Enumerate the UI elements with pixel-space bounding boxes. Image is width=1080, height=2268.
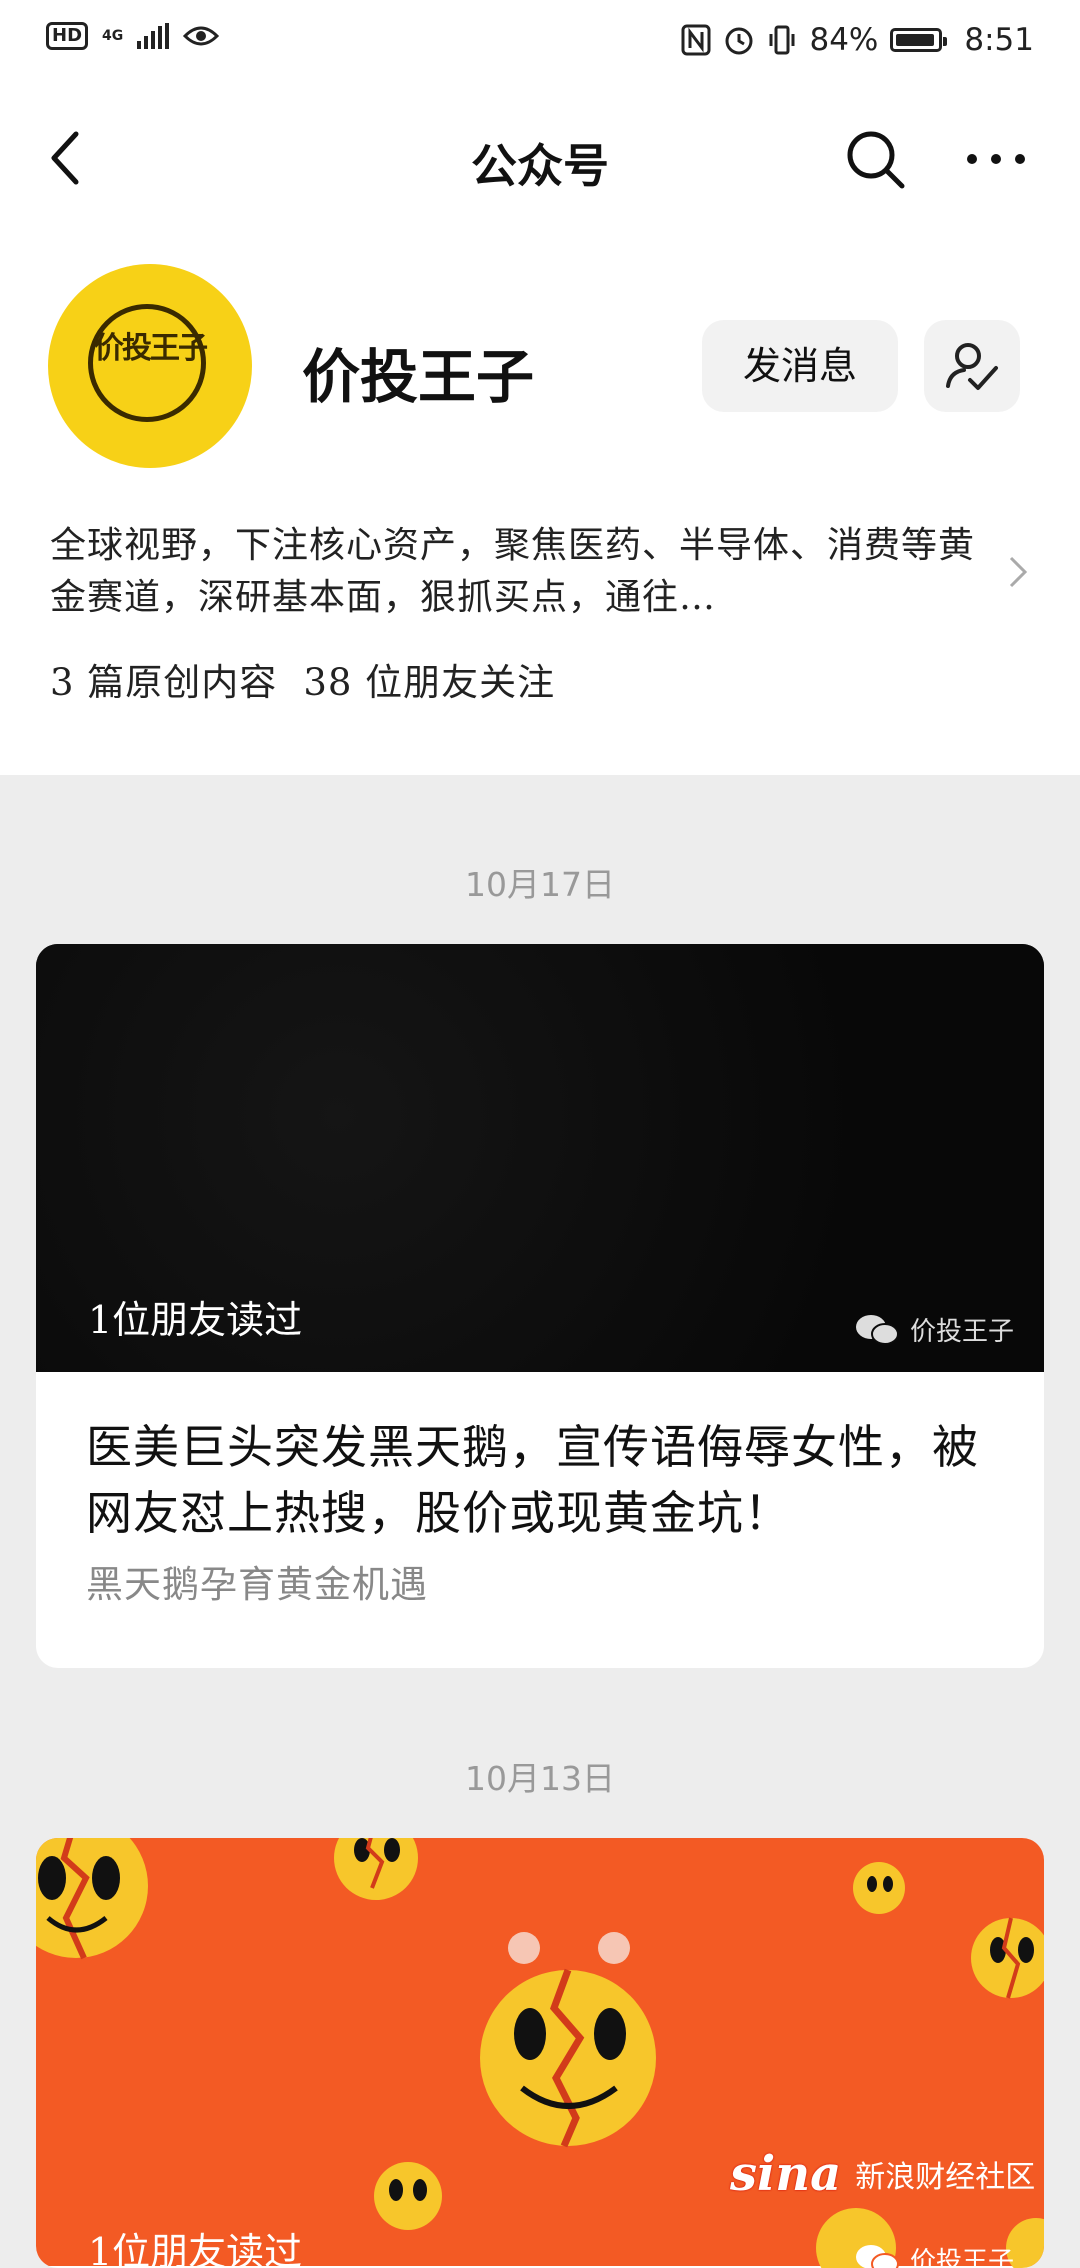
vibrate-icon — [767, 24, 797, 56]
article-card[interactable]: 1位朋友读过 价投王子 医美巨头突发黑天鹅，宣传语侮辱女性，被网友怼上热搜，股价… — [36, 944, 1044, 1668]
user-check-icon — [924, 320, 1020, 412]
date-divider: 10月13日 — [0, 1752, 1080, 1800]
status-bar: HD 4G 84% 8:51 — [0, 0, 1080, 84]
search-icon[interactable] — [842, 126, 908, 192]
emoji-face-icon — [36, 1838, 148, 1958]
nfc-icon — [681, 24, 711, 56]
original-count[interactable]: 3 篇原创内容 — [50, 661, 277, 704]
emoji-illustration — [36, 1838, 1044, 2268]
date-divider: 10月17日 — [0, 858, 1080, 906]
battery-icon — [890, 28, 942, 52]
article-card[interactable]: 1位朋友读过 价投王子 — [36, 1838, 1044, 2268]
avatar-logo-text: 价投王子 — [48, 334, 252, 364]
friends-read-label: 1位朋友读过 — [88, 2221, 302, 2268]
cover-watermark: 价投王子 — [854, 2241, 1014, 2268]
wechat-icon — [854, 1313, 900, 1347]
clock: 8:51 — [964, 22, 1034, 58]
battery-percent: 84% — [809, 22, 878, 58]
signal-icon — [137, 23, 169, 49]
network-type: 4G — [102, 29, 123, 43]
account-name: 价投王子 — [302, 330, 534, 414]
hd-badge: HD — [46, 22, 88, 50]
article-cover-image[interactable]: 1位朋友读过 价投王子 — [36, 944, 1044, 1372]
sina-community-text: 新浪财经社区 — [855, 2152, 1035, 2196]
friends-read-label: 1位朋友读过 — [88, 1289, 302, 1344]
account-description[interactable]: 全球视野，下注核心资产，聚焦医药、半导体、消费等黄金赛道，深研基本面，狠抓买点，… — [50, 520, 990, 624]
followers-count[interactable]: 38 位朋友关注 — [303, 661, 555, 704]
page-title: 公众号 — [0, 130, 1080, 196]
wechat-icon — [854, 2243, 900, 2268]
watermark-text: 价投王子 — [910, 2241, 1014, 2268]
sina-watermark: sina 新浪财经社区 — [730, 2146, 1035, 2202]
nav-bar: 公众号 — [0, 100, 1080, 210]
eye-icon — [183, 23, 219, 49]
sina-logo: sina — [730, 2146, 841, 2202]
account-stats: 3 篇原创内容 38 位朋友关注 — [50, 652, 555, 706]
alarm-icon — [723, 24, 755, 56]
account-avatar[interactable]: 价投王子 — [48, 264, 252, 468]
cover-watermark: 价投王子 — [854, 1311, 1014, 1348]
watermark-text: 价投王子 — [910, 1311, 1014, 1348]
article-title[interactable]: 医美巨头突发黑天鹅，宣传语侮辱女性，被网友怼上热搜，股价或现黄金坑！ — [86, 1414, 1006, 1546]
more-icon[interactable] — [960, 126, 1032, 192]
send-message-button[interactable]: 发消息 — [702, 320, 898, 412]
article-digest: 黑天鹅孕育黄金机遇 — [86, 1554, 428, 1608]
followed-button[interactable] — [924, 320, 1020, 412]
chevron-right-icon[interactable] — [1006, 554, 1030, 590]
